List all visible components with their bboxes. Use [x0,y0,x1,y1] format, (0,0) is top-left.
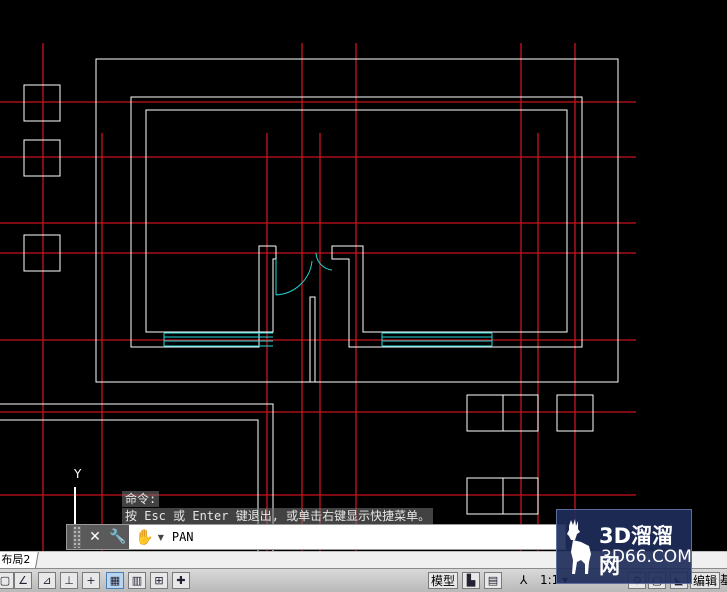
construction-lines [0,43,636,560]
ucs-y-label: Y [74,467,82,481]
watermark-logo: 3D溜溜网 3D66.COM [556,509,692,584]
dynamic-input-icon[interactable]: + [82,572,100,589]
tab-layout2[interactable]: 布局2 [0,552,39,568]
command-history: 命令: 按 Esc 或 Enter 键退出, 或单击右键显示快捷菜单。 [122,491,434,524]
quick-view-icon[interactable]: ▤ [484,572,502,589]
building-walls [0,58,619,560]
chevron-down-icon[interactable]: ▼ [158,533,164,542]
symbol-boxes-right [466,394,594,515]
hand-pan-icon: ✋ [135,528,154,546]
lineweight-icon[interactable]: ▥ [128,572,146,589]
symbol-boxes-left [23,84,61,272]
polar-tracking-icon[interactable]: ∠ [14,572,32,589]
layout-view-icon[interactable]: ▙ [462,572,480,589]
grid-display-icon[interactable]: ▢ [0,572,14,589]
drag-handle[interactable] [73,526,81,548]
tab-label: 布局2 [1,553,31,566]
snap-tracking-icon[interactable]: ⊥ [60,572,78,589]
ortho-icon[interactable]: ✚ [172,572,190,589]
deer-logo-icon [567,519,591,574]
command-history-line: 命令: [122,491,160,507]
annotation-scale-icon[interactable]: ⅄ [520,572,527,589]
grid-icon[interactable]: ▦ [106,572,124,589]
command-line-controls: ✕ 🔧 [67,525,129,549]
command-line: ✕ 🔧 ✋ ▼ PAN [66,524,566,550]
wrench-icon[interactable]: 🔧 [109,525,126,549]
watermark-subtitle: 3D66.COM [601,547,692,567]
close-icon[interactable]: ✕ [87,525,103,549]
command-history-line: 按 Esc 或 Enter 键退出, 或单击右键显示快捷菜单。 [122,508,434,524]
model-space-button[interactable]: 模型 [428,572,459,589]
autocad-window: Y 命令: 按 Esc 或 Enter 键退出, 或单击右键显示快捷菜单。 ✕ … [0,0,727,592]
edit-button[interactable]: 编辑 [690,572,721,589]
more-label: 基 [720,573,727,587]
object-snap-icon[interactable]: ⊿ [38,572,56,589]
selection-cycling-icon[interactable]: ⊞ [150,572,168,589]
command-prompt[interactable]: ✋ ▼ PAN [129,525,200,549]
command-input[interactable]: PAN [172,530,194,544]
